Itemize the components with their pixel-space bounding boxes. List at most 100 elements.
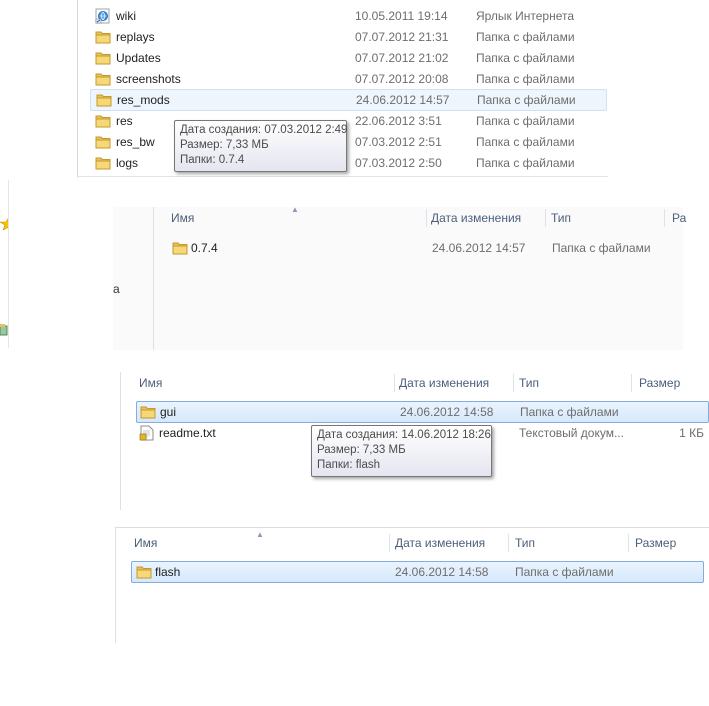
- folder-icon: [95, 114, 111, 128]
- file-row-replays[interactable]: replays 07.07.2012 21:31 Папка с файлами: [91, 27, 606, 47]
- window-top-border: [115, 527, 709, 528]
- column-header-type[interactable]: Тип: [551, 207, 571, 229]
- nav-pane-edge: [8, 180, 9, 348]
- column-separator: [664, 209, 665, 227]
- column-separator: [628, 534, 629, 552]
- column-header-size[interactable]: Размер: [639, 372, 680, 394]
- file-row-screenshots[interactable]: screenshots 07.07.2012 20:08 Папка с фай…: [91, 69, 606, 89]
- column-header-size[interactable]: Размер: [635, 532, 676, 554]
- file-type: Папка с файлами: [477, 93, 576, 107]
- date-modified: 07.07.2012 21:31: [355, 30, 449, 44]
- folder-icon: [95, 51, 111, 65]
- folder-icon: [140, 405, 156, 419]
- file-type: Папка с файлами: [476, 30, 575, 44]
- nav-pane-divider: [77, 0, 78, 178]
- column-header-bar: Имя Дата изменения Тип Размер: [121, 372, 709, 394]
- folder-icon: [95, 72, 111, 86]
- column-header-type[interactable]: Тип: [515, 532, 535, 554]
- file-row-updates[interactable]: Updates 07.07.2012 21:02 Папка с файлами: [91, 48, 606, 68]
- folder-icon: [95, 156, 111, 170]
- date-modified: 24.06.2012 14:57: [356, 93, 450, 107]
- explorer-window-2: a ▲ Имя Дата изменения Тип Ра 0.7.4 24.0…: [113, 205, 686, 350]
- date-modified: 24.06.2012 14:57: [432, 241, 526, 255]
- column-header-date[interactable]: Дата изменения: [399, 372, 489, 394]
- folder-icon: [96, 93, 112, 107]
- column-separator: [508, 534, 509, 552]
- file-type: Ярлык Интернета: [476, 9, 575, 23]
- file-name: gui: [160, 405, 177, 419]
- explorer-window-4: ▲ Имя Дата изменения Тип Размер flash 24…: [115, 525, 709, 643]
- file-row-gui[interactable]: gui 24.06.2012 14:58 Папка с файлами: [136, 401, 709, 423]
- file-name: replays: [116, 30, 155, 44]
- file-type: Папка с файлами: [476, 156, 575, 170]
- column-separator: [394, 374, 395, 392]
- date-modified: 22.06.2012 3:51: [355, 114, 442, 128]
- folder-tooltip: Дата создания: 07.03.2012 2:49 Размер: 7…: [174, 120, 347, 172]
- file-name: res_mods: [117, 93, 170, 107]
- column-separator: [513, 374, 514, 392]
- file-name: logs: [116, 156, 139, 170]
- file-type: Папка с файлами: [520, 405, 619, 419]
- column-separator: [389, 534, 390, 552]
- file-type: Папка с файлами: [515, 565, 614, 579]
- file-row-logs[interactable]: logs 07.03.2012 2:50 Папка с файлами: [91, 153, 606, 173]
- date-modified: 24.06.2012 14:58: [400, 405, 494, 419]
- library-icon: [0, 323, 8, 337]
- file-type: Папка с файлами: [476, 114, 575, 128]
- internet-shortcut-icon: [95, 8, 111, 24]
- file-row-res-mods[interactable]: res_mods 24.06.2012 14:57 Папка с файлам…: [90, 89, 607, 111]
- nav-pane-label-fragment: a: [113, 282, 120, 296]
- date-modified: 24.06.2012 14:58: [395, 565, 489, 579]
- tooltip-size: Размер: 7,33 МБ: [317, 444, 406, 456]
- folder-icon: [136, 565, 152, 579]
- column-separator: [545, 209, 546, 227]
- file-name: flash: [155, 565, 181, 579]
- file-row-0-7-4[interactable]: 0.7.4 24.06.2012 14:57 Папка с файлами: [168, 238, 668, 258]
- text-file-icon: [139, 425, 155, 441]
- column-header-date[interactable]: Дата изменения: [431, 207, 521, 229]
- column-separator: [631, 374, 632, 392]
- column-header-name[interactable]: Имя: [134, 532, 157, 554]
- sort-ascending-icon: ▲: [256, 530, 264, 539]
- column-header-date[interactable]: Дата изменения: [395, 532, 485, 554]
- folder-tooltip: Дата создания: 14.06.2012 18:26 Размер: …: [311, 425, 492, 477]
- file-name: res: [116, 114, 133, 128]
- file-row-res[interactable]: res 22.06.2012 3:51 Папка с файлами: [91, 111, 606, 131]
- file-type: Папка с файлами: [476, 72, 575, 86]
- column-header-name[interactable]: Имя: [139, 372, 162, 394]
- explorer-window-1: wiki 10.05.2011 19:14 Ярлык Интернета re…: [77, 0, 608, 178]
- tooltip-created: Дата создания: 07.03.2012 2:49: [180, 124, 348, 136]
- column-header-type[interactable]: Тип: [519, 372, 539, 394]
- date-modified: 07.03.2012 2:51: [355, 135, 442, 149]
- column-separator: [426, 209, 427, 227]
- folder-icon: [95, 135, 111, 149]
- column-header-name[interactable]: Имя: [171, 207, 194, 229]
- window-bottom-border: [77, 176, 608, 177]
- file-row-res-bw[interactable]: res_bw 07.03.2012 2:51 Папка с файлами: [91, 132, 606, 152]
- column-header-size[interactable]: Ра: [672, 207, 686, 229]
- column-header-bar: ▲ Имя Дата изменения Тип Ра: [154, 205, 686, 229]
- file-name: 0.7.4: [191, 241, 218, 255]
- file-name: Updates: [116, 51, 161, 65]
- column-header-bar: ▲ Имя Дата изменения Тип Размер: [116, 530, 709, 554]
- file-type: Текстовый докум...: [519, 426, 624, 440]
- folder-icon: [95, 30, 111, 44]
- date-modified: 10.05.2011 19:14: [355, 9, 448, 23]
- file-name: res_bw: [116, 135, 155, 149]
- file-name: readme.txt: [159, 426, 216, 440]
- date-modified: 07.03.2012 2:50: [355, 156, 442, 170]
- file-size: 1 КБ: [679, 426, 704, 440]
- tooltip-folders: Папки: 0.7.4: [180, 154, 245, 166]
- file-type: Папка с файлами: [476, 135, 575, 149]
- file-type: Папка с файлами: [476, 51, 575, 65]
- file-name: screenshots: [116, 72, 181, 86]
- date-modified: 07.07.2012 21:02: [355, 51, 449, 65]
- tooltip-size: Размер: 7,33 МБ: [180, 139, 269, 151]
- sort-ascending-icon: ▲: [291, 205, 299, 214]
- file-name: wiki: [116, 9, 136, 23]
- tooltip-created: Дата создания: 14.06.2012 18:26: [317, 429, 491, 441]
- file-row-wiki[interactable]: wiki 10.05.2011 19:14 Ярлык Интернета: [91, 6, 606, 26]
- file-row-flash[interactable]: flash 24.06.2012 14:58 Папка с файлами: [131, 561, 704, 583]
- date-modified: 07.07.2012 20:08: [355, 72, 449, 86]
- explorer-window-3: Имя Дата изменения Тип Размер gui 24.06.…: [120, 372, 709, 510]
